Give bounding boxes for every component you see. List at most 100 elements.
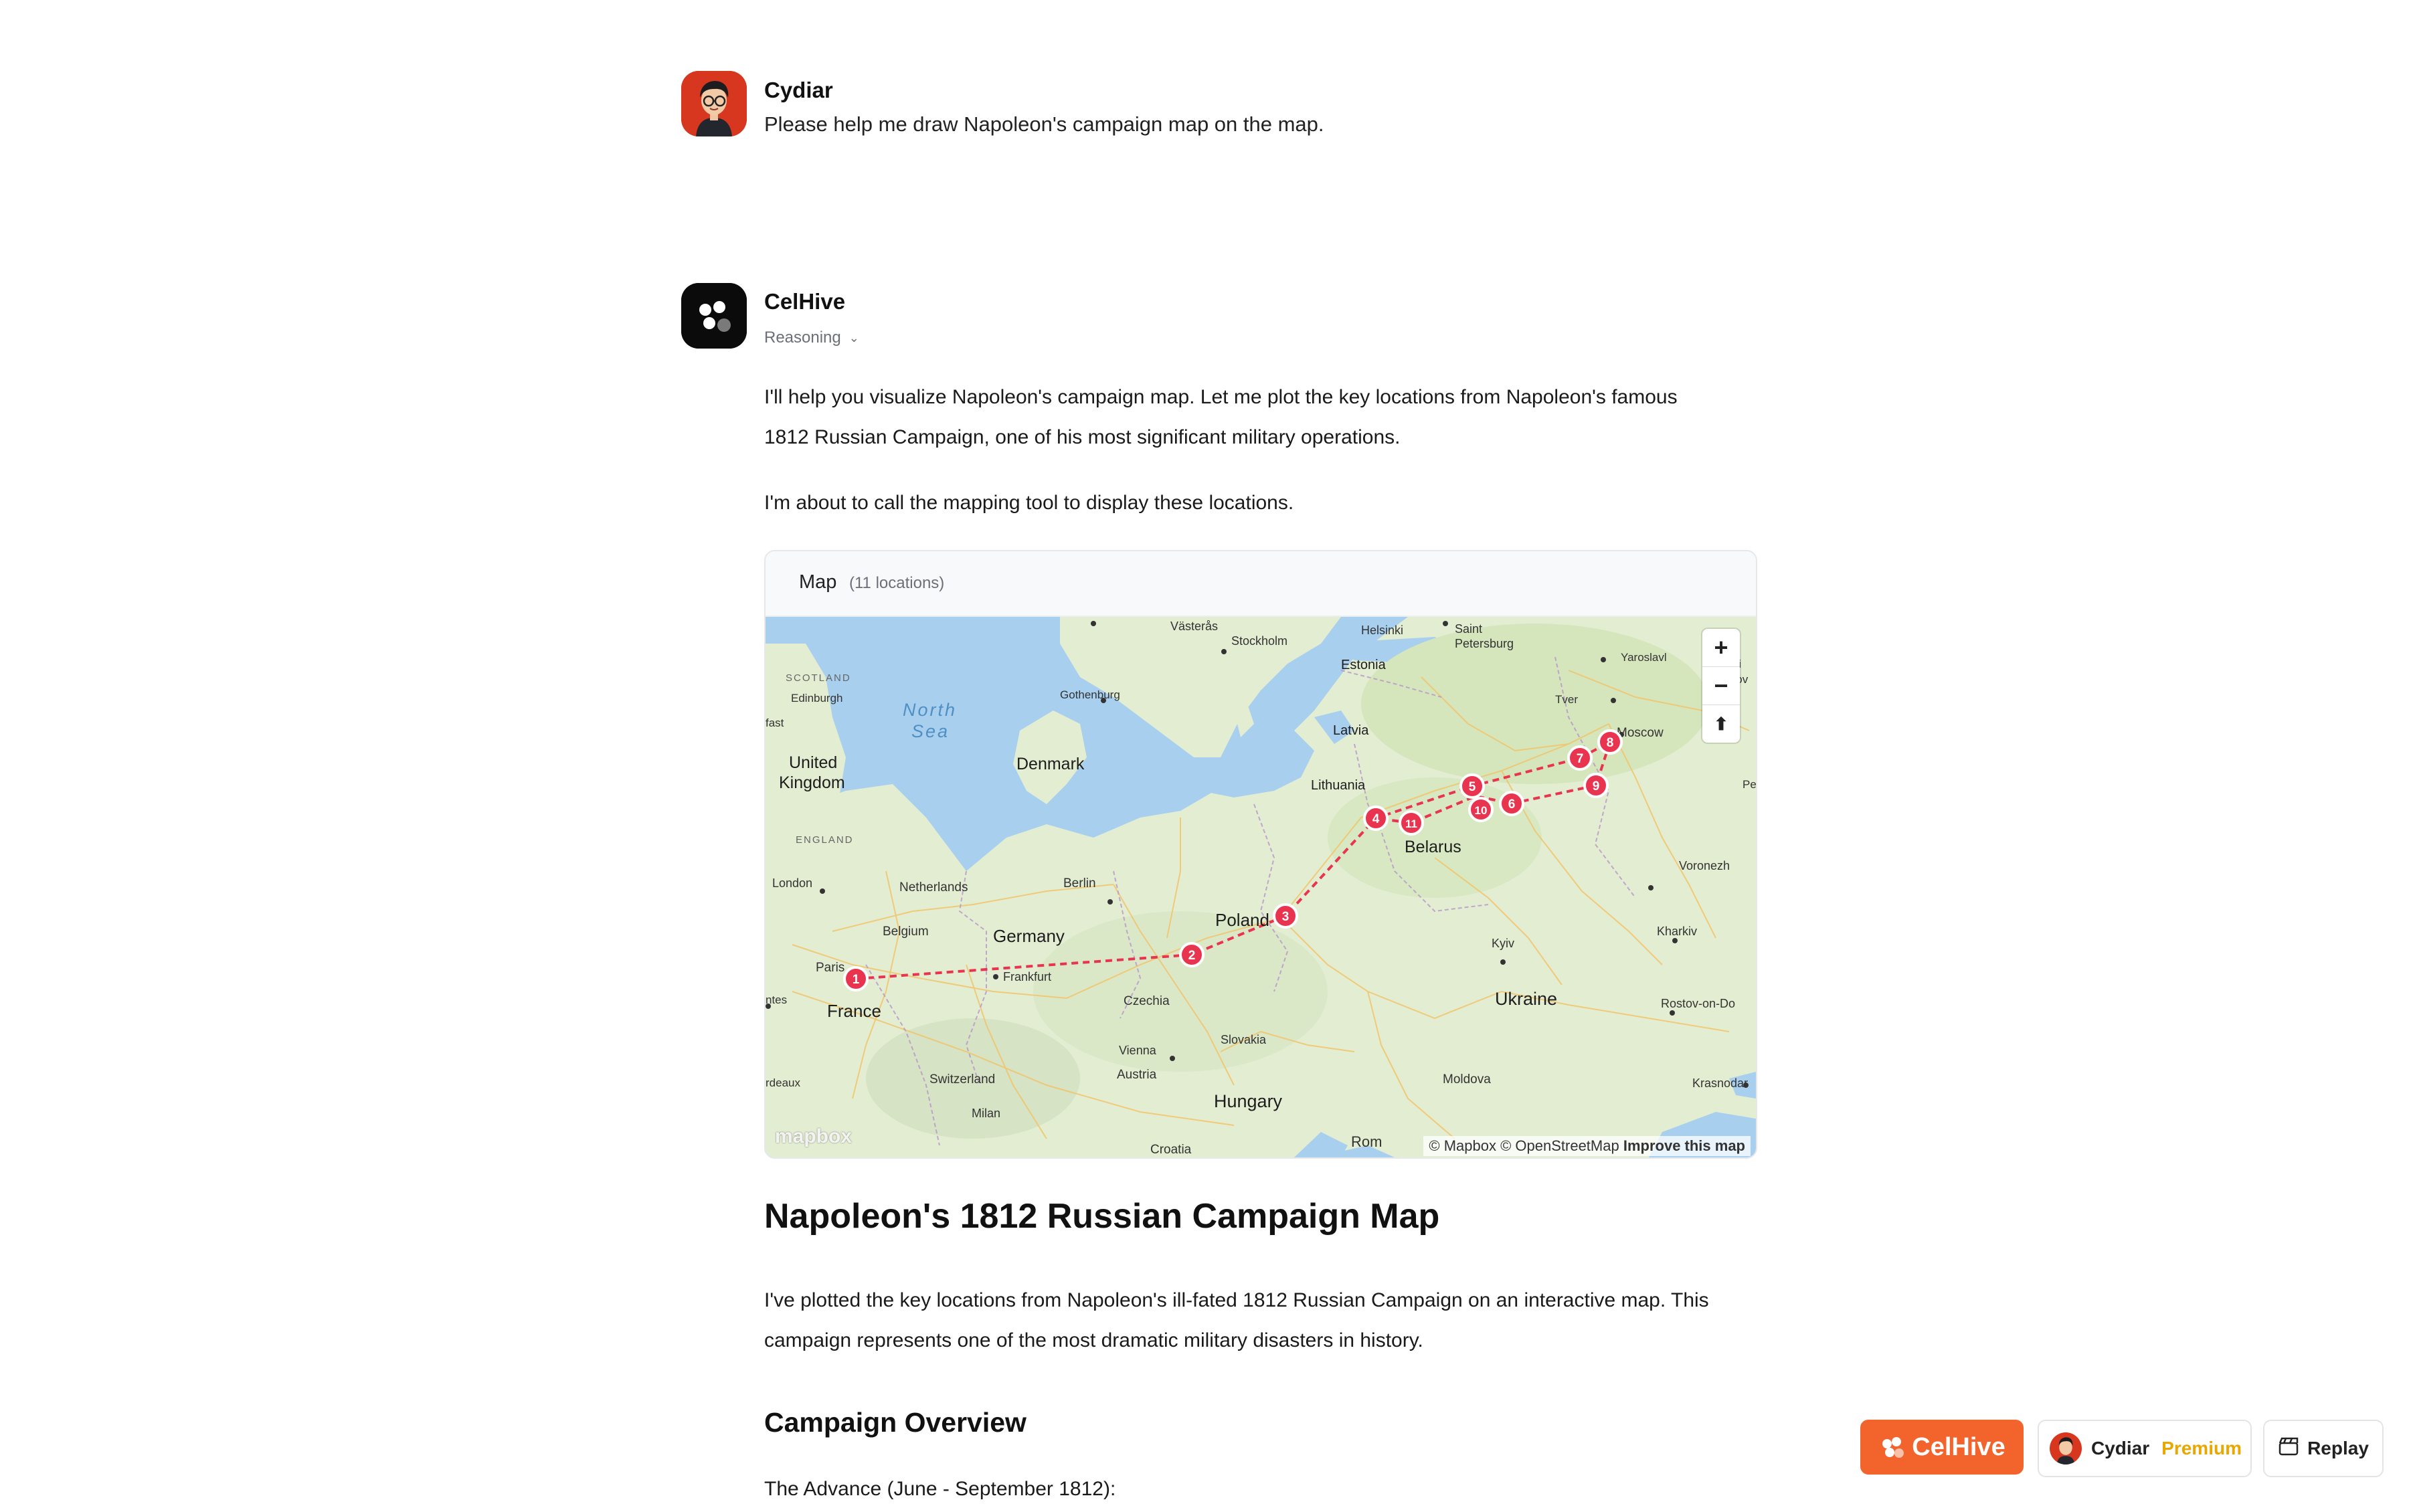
premium-badge: Premium (2161, 1438, 2242, 1458)
marker-11[interactable]: 11 (1399, 810, 1424, 836)
label-poland: Poland (1215, 910, 1269, 930)
user-plan-name: Cydiar (2091, 1438, 2150, 1458)
label-rom: Rom (1351, 1133, 1382, 1150)
label-kharkiv: Kharkiv (1657, 925, 1697, 938)
map-title: Map (799, 571, 837, 593)
marker-5[interactable]: 5 (1459, 773, 1485, 799)
marker-6[interactable]: 6 (1499, 791, 1524, 816)
label-belgium: Belgium (883, 925, 929, 939)
label-denmark: Denmark (1016, 755, 1085, 773)
replay-button[interactable]: Replay (2263, 1420, 2384, 1477)
label-lithuania: Lithuania (1311, 778, 1366, 793)
celhive-brand-button[interactable]: CelHive (1860, 1420, 2024, 1475)
marker-8[interactable]: 8 (1597, 729, 1623, 755)
label-belarus: Belarus (1405, 838, 1461, 856)
label-rostov: Rostov-on-Do (1661, 997, 1735, 1010)
label-austria: Austria (1117, 1068, 1157, 1082)
label-milan: Milan (972, 1107, 1000, 1120)
label-kyiv: Kyiv (1492, 937, 1514, 950)
marker-9[interactable]: 9 (1583, 773, 1609, 798)
svg-text:10: 10 (1475, 804, 1488, 817)
label-hungary: Hungary (1214, 1091, 1283, 1111)
marker-7[interactable]: 7 (1567, 745, 1593, 771)
celhive-brand-label: CelHive (1912, 1432, 2005, 1461)
svg-text:6: 6 (1508, 797, 1516, 812)
reasoning-toggle[interactable]: Reasoning ⌄ (764, 328, 859, 347)
celhive-logo-icon (1882, 1437, 1904, 1458)
label-moscow: Moscow (1617, 726, 1664, 740)
intro-paragraph: I'll help you visualize Napoleon's campa… (764, 377, 1768, 458)
label-fast: fast (766, 717, 784, 729)
label-berlin: Berlin (1063, 876, 1096, 890)
assistant-avatar (681, 283, 747, 349)
user-name: Cydiar (764, 78, 833, 102)
label-vasteras: Västerås (1170, 620, 1218, 633)
svg-text:5: 5 (1469, 780, 1476, 794)
label-paris: Paris (816, 961, 844, 975)
label-voronezh: Voronezh (1679, 859, 1730, 872)
user-avatar-small (2050, 1432, 2082, 1464)
advance-text: The Advance (June - September 1812): (764, 1478, 1116, 1500)
label-slovakia: Slovakia (1221, 1033, 1267, 1046)
svg-text:8: 8 (1607, 736, 1614, 750)
campaign-heading: Napoleon's 1812 Russian Campaign Map (764, 1197, 1440, 1236)
campaign-line-1: I've plotted the key locations from Napo… (764, 1289, 1709, 1311)
attribution-text[interactable]: © Mapbox © OpenStreetMap (1429, 1137, 1619, 1154)
mapbox-logo[interactable]: mapbox (775, 1125, 852, 1148)
label-gothenburg: Gothenburg (1060, 688, 1120, 701)
label-moldova: Moldova (1443, 1072, 1491, 1086)
label-london: London (772, 876, 812, 890)
label-helsinki: Helsinki (1361, 624, 1403, 637)
zoom-out-button[interactable]: − (1702, 667, 1740, 705)
marker-4[interactable]: 4 (1363, 806, 1389, 831)
label-petersburg: Petersburg (1455, 637, 1514, 650)
label-krasnodar: Krasnodar (1692, 1076, 1748, 1090)
label-czechia: Czechia (1124, 994, 1170, 1008)
zoom-in-button[interactable]: + (1702, 629, 1740, 667)
svg-text:7: 7 (1577, 752, 1584, 766)
label-france: France (827, 1001, 881, 1021)
chevron-down-icon: ⌄ (849, 330, 859, 345)
user-message-text: Please help me draw Napoleon's campaign … (764, 112, 1324, 136)
assistant-name: CelHive (764, 289, 846, 314)
label-rdeaux: rdeaux (766, 1076, 800, 1089)
label-scotland: SCOTLAND (786, 672, 851, 684)
marker-2[interactable]: 2 (1179, 942, 1204, 967)
improve-map-link[interactable]: Improve this map (1623, 1137, 1745, 1154)
intro-line-1: I'll help you visualize Napoleon's campa… (764, 386, 1678, 408)
label-switzerland: Switzerland (929, 1072, 995, 1086)
svg-text:1: 1 (853, 973, 860, 987)
marker-3[interactable]: 3 (1273, 903, 1298, 929)
clapperboard-icon (2278, 1436, 2299, 1461)
svg-text:11: 11 (1405, 818, 1417, 830)
label-tver: Tver (1555, 693, 1578, 706)
label-saint: Saint (1455, 622, 1482, 636)
label-yaroslavl: Yaroslavl (1621, 651, 1667, 664)
label-estonia: Estonia (1341, 658, 1387, 672)
label-ukraine: Ukraine (1495, 989, 1557, 1009)
map-canvas[interactable]: Västerås Stockholm Helsinki Saint Peters… (766, 617, 1756, 1157)
label-united: United (789, 753, 837, 772)
label-england: ENGLAND (796, 834, 854, 846)
replay-label: Replay (2307, 1438, 2369, 1458)
reasoning-label: Reasoning (764, 328, 841, 347)
label-vienna: Vienna (1119, 1044, 1157, 1057)
label-stockholm: Stockholm (1231, 634, 1287, 648)
map-card: Map (11 locations) Västerås Stockholm He… (764, 550, 1757, 1159)
svg-text:2: 2 (1188, 949, 1196, 963)
svg-text:9: 9 (1593, 779, 1600, 793)
label-kingdom: Kingdom (779, 773, 845, 792)
label-latvia: Latvia (1333, 723, 1369, 738)
label-ntes: ntes (766, 994, 787, 1006)
user-plan-button[interactable]: Cydiar Premium (2038, 1420, 2252, 1477)
svg-text:3: 3 (1282, 910, 1289, 924)
label-edinburgh: Edinburgh (791, 692, 843, 704)
compass-icon[interactable]: ⬆ (1702, 705, 1740, 743)
marker-1[interactable]: 1 (843, 966, 869, 991)
label-croatia: Croatia (1150, 1143, 1192, 1157)
label-pe: Pe (1743, 778, 1756, 791)
marker-10[interactable]: 10 (1468, 797, 1494, 822)
label-north-sea-2: Sea (911, 721, 950, 741)
label-north-sea-1: North (903, 700, 957, 720)
intro-line-2: 1812 Russian Campaign, one of his most s… (764, 426, 1401, 448)
